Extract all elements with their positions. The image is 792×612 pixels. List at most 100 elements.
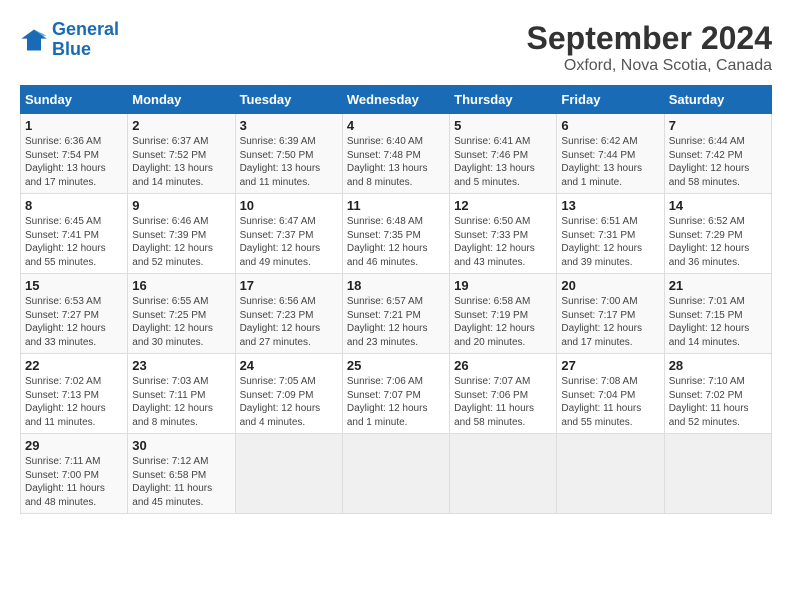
day-number: 4	[347, 118, 445, 133]
day-number: 9	[132, 198, 230, 213]
day-number: 22	[25, 358, 123, 373]
day-number: 15	[25, 278, 123, 293]
day-number: 30	[132, 438, 230, 453]
calendar-cell: 22 Sunrise: 7:02 AMSunset: 7:13 PMDayligh…	[21, 354, 128, 434]
calendar-cell: 13 Sunrise: 6:51 AMSunset: 7:31 PMDayligh…	[557, 194, 664, 274]
col-header-saturday: Saturday	[664, 86, 771, 114]
calendar-cell: 23 Sunrise: 7:03 AMSunset: 7:11 PMDayligh…	[128, 354, 235, 434]
day-info: Sunrise: 7:02 AMSunset: 7:13 PMDaylight:…	[25, 375, 123, 429]
calendar-cell: 20Sunrise: 7:00 AMSunset: 7:17 PMDayligh…	[557, 274, 664, 354]
col-header-thursday: Thursday	[450, 86, 557, 114]
day-info: Sunrise: 7:00 AMSunset: 7:17 PMDaylight:…	[561, 295, 659, 349]
calendar-cell	[450, 434, 557, 514]
day-number: 21	[669, 278, 767, 293]
title-block: September 2024 Oxford, Nova Scotia, Cana…	[527, 20, 772, 75]
day-info: Sunrise: 7:03 AMSunset: 7:11 PMDaylight:…	[132, 375, 230, 429]
day-number: 24	[240, 358, 338, 373]
day-info: Sunrise: 6:53 AMSunset: 7:27 PMDaylight:…	[25, 295, 123, 349]
calendar-cell: 7 Sunrise: 6:44 AMSunset: 7:42 PMDaylight…	[664, 114, 771, 194]
col-header-monday: Monday	[128, 86, 235, 114]
calendar-cell	[664, 434, 771, 514]
day-info: Sunrise: 7:05 AMSunset: 7:09 PMDaylight:…	[240, 375, 338, 429]
day-number: 12	[454, 198, 552, 213]
day-info: Sunrise: 7:11 AMSunset: 7:00 PMDaylight:…	[25, 455, 123, 509]
day-info: Sunrise: 7:12 AMSunset: 6:58 PMDaylight:…	[132, 455, 230, 509]
day-number: 16	[132, 278, 230, 293]
day-info: Sunrise: 6:37 AMSunset: 7:52 PMDaylight:…	[132, 135, 230, 189]
day-number: 23	[132, 358, 230, 373]
calendar-cell: 4 Sunrise: 6:40 AMSunset: 7:48 PMDaylight…	[342, 114, 449, 194]
calendar-table: SundayMondayTuesdayWednesdayThursdayFrid…	[20, 85, 772, 514]
day-info: Sunrise: 7:10 AMSunset: 7:02 PMDaylight:…	[669, 375, 767, 429]
calendar-cell: 27 Sunrise: 7:08 AMSunset: 7:04 PMDayligh…	[557, 354, 664, 434]
day-info: Sunrise: 7:01 AMSunset: 7:15 PMDaylight:…	[669, 295, 767, 349]
day-info: Sunrise: 6:44 AMSunset: 7:42 PMDaylight:…	[669, 135, 767, 189]
calendar-cell: 21 Sunrise: 7:01 AMSunset: 7:15 PMDayligh…	[664, 274, 771, 354]
logo-text: General Blue	[52, 20, 119, 60]
day-number: 2	[132, 118, 230, 133]
calendar-cell	[235, 434, 342, 514]
day-number: 14	[669, 198, 767, 213]
calendar-cell: 3 Sunrise: 6:39 AMSunset: 7:50 PMDaylight…	[235, 114, 342, 194]
day-number: 28	[669, 358, 767, 373]
day-info: Sunrise: 6:56 AMSunset: 7:23 PMDaylight:…	[240, 295, 338, 349]
calendar-cell: 11Sunrise: 6:48 AMSunset: 7:35 PMDayligh…	[342, 194, 449, 274]
page-title: September 2024	[527, 20, 772, 57]
day-number: 10	[240, 198, 338, 213]
day-number: 13	[561, 198, 659, 213]
day-number: 17	[240, 278, 338, 293]
day-number: 18	[347, 278, 445, 293]
page-subtitle: Oxford, Nova Scotia, Canada	[527, 57, 772, 75]
calendar-cell: 2 Sunrise: 6:37 AMSunset: 7:52 PMDaylight…	[128, 114, 235, 194]
day-info: Sunrise: 6:58 AMSunset: 7:19 PMDaylight:…	[454, 295, 552, 349]
day-info: Sunrise: 6:46 AMSunset: 7:39 PMDaylight:…	[132, 215, 230, 269]
day-info: Sunrise: 6:51 AMSunset: 7:31 PMDaylight:…	[561, 215, 659, 269]
day-info: Sunrise: 6:36 AMSunset: 7:54 PMDaylight:…	[25, 135, 123, 189]
day-number: 3	[240, 118, 338, 133]
day-number: 8	[25, 198, 123, 213]
day-info: Sunrise: 6:41 AMSunset: 7:46 PMDaylight:…	[454, 135, 552, 189]
day-info: Sunrise: 6:42 AMSunset: 7:44 PMDaylight:…	[561, 135, 659, 189]
calendar-cell	[557, 434, 664, 514]
calendar-cell: 29 Sunrise: 7:11 AMSunset: 7:00 PMDayligh…	[21, 434, 128, 514]
calendar-cell: 16 Sunrise: 6:55 AMSunset: 7:25 PMDayligh…	[128, 274, 235, 354]
day-number: 7	[669, 118, 767, 133]
day-info: Sunrise: 7:06 AMSunset: 7:07 PMDaylight:…	[347, 375, 445, 429]
day-number: 5	[454, 118, 552, 133]
col-header-sunday: Sunday	[21, 86, 128, 114]
calendar-cell: 26 Sunrise: 7:07 AMSunset: 7:06 PMDayligh…	[450, 354, 557, 434]
day-info: Sunrise: 6:55 AMSunset: 7:25 PMDaylight:…	[132, 295, 230, 349]
col-header-friday: Friday	[557, 86, 664, 114]
day-info: Sunrise: 7:08 AMSunset: 7:04 PMDaylight:…	[561, 375, 659, 429]
day-info: Sunrise: 6:52 AMSunset: 7:29 PMDaylight:…	[669, 215, 767, 269]
calendar-cell: 8 Sunrise: 6:45 AMSunset: 7:41 PMDaylight…	[21, 194, 128, 274]
day-info: Sunrise: 6:40 AMSunset: 7:48 PMDaylight:…	[347, 135, 445, 189]
day-info: Sunrise: 7:07 AMSunset: 7:06 PMDaylight:…	[454, 375, 552, 429]
day-number: 6	[561, 118, 659, 133]
logo: General Blue	[20, 20, 119, 60]
calendar-cell: 12 Sunrise: 6:50 AMSunset: 7:33 PMDayligh…	[450, 194, 557, 274]
day-info: Sunrise: 6:47 AMSunset: 7:37 PMDaylight:…	[240, 215, 338, 269]
day-info: Sunrise: 6:50 AMSunset: 7:33 PMDaylight:…	[454, 215, 552, 269]
day-number: 25	[347, 358, 445, 373]
calendar-cell: 17 Sunrise: 6:56 AMSunset: 7:23 PMDayligh…	[235, 274, 342, 354]
day-info: Sunrise: 6:39 AMSunset: 7:50 PMDaylight:…	[240, 135, 338, 189]
day-info: Sunrise: 6:45 AMSunset: 7:41 PMDaylight:…	[25, 215, 123, 269]
calendar-cell: 6 Sunrise: 6:42 AMSunset: 7:44 PMDaylight…	[557, 114, 664, 194]
calendar-cell: 24 Sunrise: 7:05 AMSunset: 7:09 PMDayligh…	[235, 354, 342, 434]
day-number: 19	[454, 278, 552, 293]
logo-icon	[20, 26, 48, 54]
day-number: 27	[561, 358, 659, 373]
col-header-tuesday: Tuesday	[235, 86, 342, 114]
day-number: 26	[454, 358, 552, 373]
calendar-cell: 1Sunrise: 6:36 AMSunset: 7:54 PMDaylight…	[21, 114, 128, 194]
day-number: 11	[347, 198, 445, 213]
col-header-wednesday: Wednesday	[342, 86, 449, 114]
calendar-cell: 9 Sunrise: 6:46 AMSunset: 7:39 PMDaylight…	[128, 194, 235, 274]
calendar-cell: 25 Sunrise: 7:06 AMSunset: 7:07 PMDayligh…	[342, 354, 449, 434]
calendar-cell: 5 Sunrise: 6:41 AMSunset: 7:46 PMDaylight…	[450, 114, 557, 194]
page-header: General Blue September 2024 Oxford, Nova…	[20, 20, 772, 75]
calendar-cell	[342, 434, 449, 514]
calendar-cell: 19 Sunrise: 6:58 AMSunset: 7:19 PMDayligh…	[450, 274, 557, 354]
day-number: 29	[25, 438, 123, 453]
